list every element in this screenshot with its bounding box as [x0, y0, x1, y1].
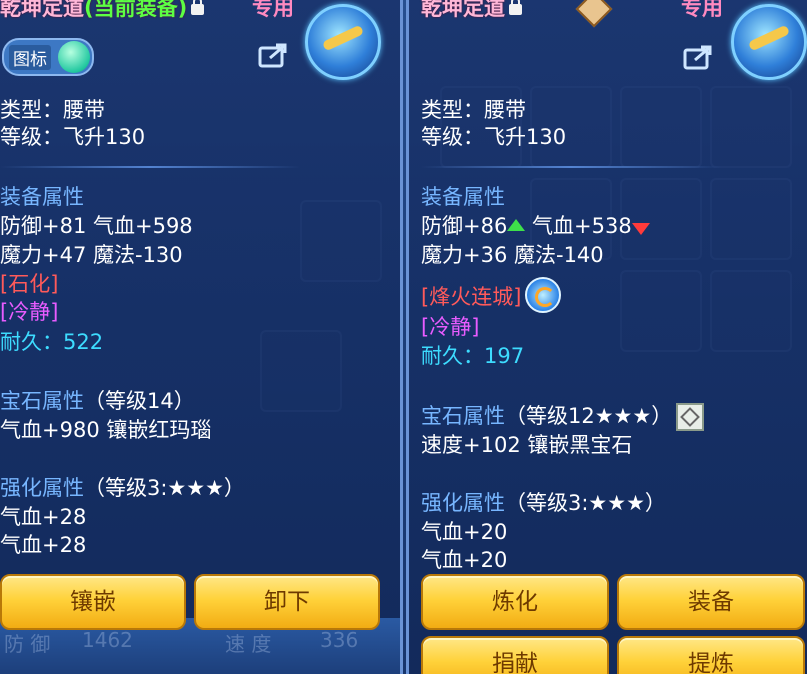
share-icon[interactable] [258, 40, 290, 68]
special-skill: [冷静] [421, 315, 480, 339]
icon-toggle-label: 图标 [9, 45, 51, 70]
right-item-tooltip: 乾坤定道 专用 类型：腰带 等级：飞升130 装备属性 防御+86 气血+538… [406, 0, 807, 674]
right-item-title: 乾坤定道 [421, 0, 522, 22]
attr-header: 装备属性 [0, 185, 84, 209]
item-type: 类型：腰带 [421, 98, 526, 122]
attr-line: 魔力+36 魔法-140 [421, 243, 604, 267]
enhance-line: 气血+28 [0, 533, 87, 557]
special-effect: [烽火连城] [421, 285, 522, 309]
durability: 耐久：197 [421, 344, 525, 368]
equip-button[interactable]: 装备 [617, 574, 805, 630]
exclusive-label: 专用 [252, 0, 294, 20]
extract-button[interactable]: 提炼 [617, 636, 805, 674]
exclusive-label: 专用 [681, 0, 723, 20]
enhance-section: 强化属性（等级3:★★★） [0, 476, 245, 500]
attr-header: 装备属性 [421, 185, 505, 209]
enhance-line: 气血+20 [421, 520, 508, 544]
increase-arrow-icon [507, 219, 526, 231]
attr-line: 防御+81 气血+598 [0, 214, 193, 238]
defense-value: 1462 [82, 628, 133, 652]
refine-button[interactable]: 炼化 [421, 574, 609, 630]
item-level: 等级：飞升130 [421, 125, 567, 149]
speed-value: 336 [320, 628, 359, 652]
left-item-tooltip: 乾坤定道(当前装备) 专用 图标 类型：腰带 等级：飞升130 装备属性 防御+… [0, 0, 403, 674]
lock-icon [509, 0, 522, 15]
lock-icon [191, 0, 205, 15]
durability: 耐久：522 [0, 330, 104, 354]
item-level: 等级：飞升130 [0, 125, 146, 149]
attr-line: 防御+86 气血+538 [421, 213, 650, 239]
share-icon[interactable] [683, 42, 715, 70]
equipped-tag: (当前装备) [84, 0, 188, 20]
divider [421, 166, 721, 168]
toggle-knob [58, 41, 90, 73]
speed-label: 速 度 [225, 632, 272, 656]
defense-label: 防 御 [4, 632, 51, 656]
enhance-line: 气血+28 [0, 505, 87, 529]
divider [0, 166, 300, 168]
donate-button[interactable]: 捐献 [421, 636, 609, 674]
special-effect-icon[interactable] [525, 277, 562, 313]
gem-section: 宝石属性（等级14） [0, 389, 195, 413]
item-type: 类型：腰带 [0, 98, 105, 122]
exclusive-badge-icon [305, 4, 381, 80]
special-effect: [石化] [0, 272, 59, 296]
gem-section: 宝石属性（等级12★★★） [421, 403, 705, 431]
decrease-arrow-icon [631, 223, 650, 235]
special-skill: [冷静] [0, 300, 59, 324]
gem-line: 速度+102 镶嵌黑宝石 [421, 433, 633, 457]
inlay-button[interactable]: 镶嵌 [0, 574, 186, 630]
enhance-line: 气血+20 [421, 548, 508, 572]
gem-lock-icon [676, 403, 705, 431]
left-item-title: 乾坤定道(当前装备) [0, 0, 205, 22]
unequip-button[interactable]: 卸下 [194, 574, 380, 630]
gem-line: 气血+980 镶嵌红玛瑙 [0, 418, 212, 442]
attr-line: 魔力+47 魔法-130 [0, 243, 183, 267]
special-effect-row: [烽火连城] [421, 277, 562, 316]
icon-toggle[interactable]: 图标 [2, 38, 94, 76]
gem-diamond-icon [575, 0, 613, 28]
exclusive-badge-icon [731, 4, 807, 80]
enhance-section: 强化属性（等级3:★★★） [421, 491, 666, 515]
